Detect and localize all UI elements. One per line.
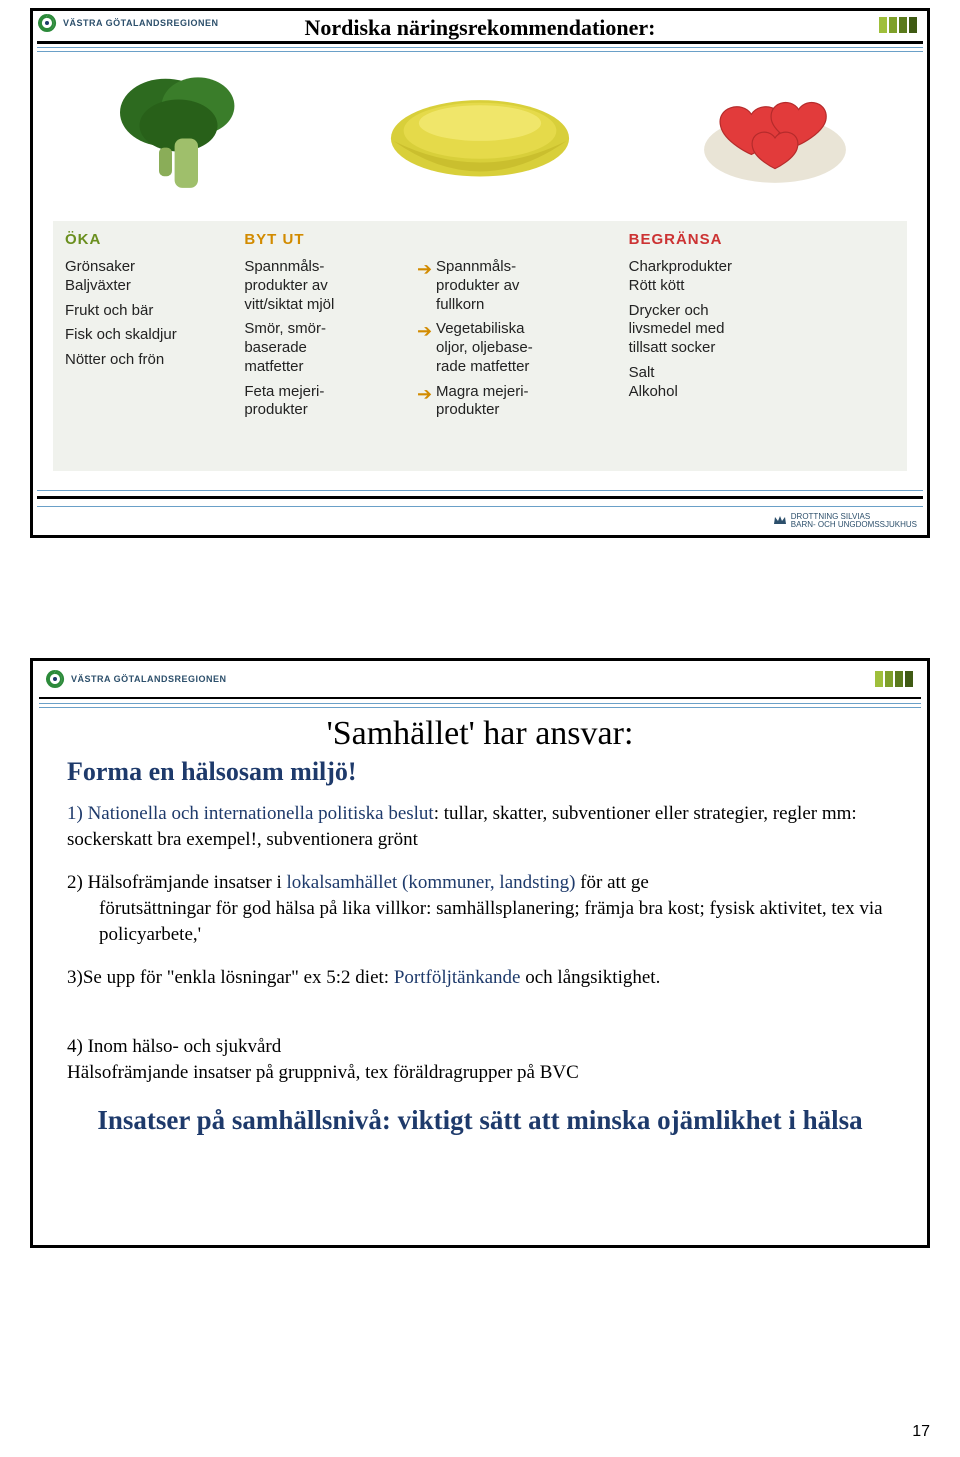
slide2-title: 'Samhället' har ansvar: xyxy=(67,715,893,753)
slide-2: VÄSTRA GÖTALANDSREGIONEN 'Samhället' har… xyxy=(30,658,930,1248)
point-2: 2) Hälsofrämjande insatser i lokalsamhäl… xyxy=(67,870,893,947)
begr-item: Salt Alkohol xyxy=(629,364,895,402)
vgr-swirl-icon xyxy=(45,669,65,689)
nutrition-recommendations-grid: ÖKA Grönsaker Baljväxter Frukt och bär F… xyxy=(53,221,907,471)
decor-squares xyxy=(875,671,913,687)
oka-item: Frukt och bär xyxy=(65,302,220,321)
slide1-header: VÄSTRA GÖTALANDSREGIONEN Nordiska näring… xyxy=(33,11,927,41)
swap-row: Spannmåls- produkter av vitt/siktat mjöl… xyxy=(244,258,604,314)
rule xyxy=(37,496,923,499)
rule xyxy=(37,506,923,507)
begr-item: Drycker och livsmedel med tillsatt socke… xyxy=(629,302,895,358)
closing-statement: Insatser på samhällsnivå: viktigt sätt a… xyxy=(67,1104,893,1138)
rule xyxy=(39,703,921,704)
oka-item: Fisk och skaldjur xyxy=(65,326,220,345)
rule xyxy=(39,697,921,699)
column-limit: BEGRÄNSA Charkprodukter Rött kött Drycke… xyxy=(617,221,907,471)
broccoli-image xyxy=(53,62,318,202)
point-3: 3)Se upp för "enkla lösningar" ex 5:2 di… xyxy=(67,965,893,991)
point-1: 1) Nationella och internationella politi… xyxy=(67,801,893,852)
begr-item: Charkprodukter Rött kött xyxy=(629,258,895,296)
heading-bytut: BYT UT xyxy=(244,231,604,248)
heading-begransa: BEGRÄNSA xyxy=(629,231,895,248)
rule xyxy=(37,41,923,44)
slide-1: VÄSTRA GÖTALANDSREGIONEN Nordiska näring… xyxy=(30,8,930,538)
swap-row: Smör, smör- baserade matfetter ➔ Vegetab… xyxy=(244,320,604,376)
hospital-logo: DROTTNING SILVIAS BARN- OCH UNGDOMSSJUKH… xyxy=(773,513,917,529)
slide2-subtitle: Forma en hälsosam miljö! xyxy=(67,757,893,787)
column-increase: ÖKA Grönsaker Baljväxter Frukt och bär F… xyxy=(53,221,232,471)
rule xyxy=(37,47,923,48)
food-images-row xyxy=(53,57,907,207)
page-number: 17 xyxy=(912,1423,930,1441)
arrow-right-icon: ➔ xyxy=(417,383,432,406)
heading-oka: ÖKA xyxy=(65,231,220,248)
swap-row: Feta mejeri- produkter ➔ Magra mejeri- p… xyxy=(244,383,604,421)
vgr-logo-text: VÄSTRA GÖTALANDSREGIONEN xyxy=(71,675,227,684)
decor-squares xyxy=(879,17,917,33)
arrow-right-icon: ➔ xyxy=(417,258,432,281)
slide1-title: Nordiska näringsrekommendationer: xyxy=(33,15,927,41)
arrow-right-icon: ➔ xyxy=(417,320,432,343)
point-4: 4) Inom hälso- och sjukvård Hälsofrämjan… xyxy=(67,1009,893,1086)
rule xyxy=(39,707,921,708)
oka-item: Grönsaker Baljväxter xyxy=(65,258,220,296)
candy-image xyxy=(642,62,907,202)
oil-bowl-image xyxy=(348,62,613,202)
rule xyxy=(37,51,923,52)
column-swap: BYT UT Spannmåls- produkter av vitt/sikt… xyxy=(232,221,616,471)
rule xyxy=(37,490,923,491)
oka-item: Nötter och frön xyxy=(65,351,220,370)
vgr-logo: VÄSTRA GÖTALANDSREGIONEN xyxy=(45,669,227,689)
crown-icon xyxy=(773,514,787,528)
slide2-content: 'Samhället' har ansvar: Forma en hälsosa… xyxy=(67,715,893,1138)
